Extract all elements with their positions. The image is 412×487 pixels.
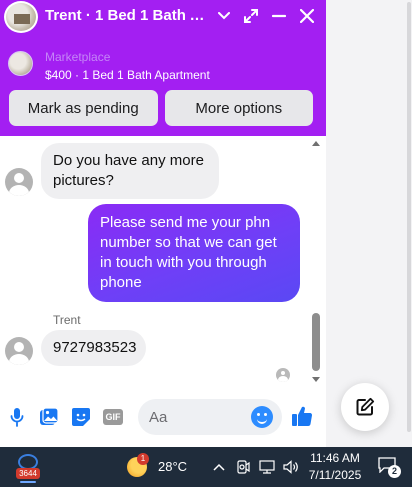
new-message-button[interactable] [341,383,389,431]
incoming-message: 9727983523 [41,330,146,366]
message-composer: GIF [0,388,326,447]
contact-avatar[interactable] [4,1,38,33]
listing-thumbnail [8,51,33,76]
temperature: 28°C [158,459,188,474]
thumbs-up-icon[interactable] [291,405,313,427]
listing-price-title: $400 · 1 Bed 1 Bath Apartment [45,68,210,82]
chevron-down-icon[interactable] [213,5,235,27]
page-scrollbar-thumb[interactable] [407,2,411,432]
message-input[interactable] [149,407,249,427]
gif-icon[interactable]: GIF [102,406,124,428]
message-input-container[interactable] [138,399,282,435]
clock-date: 7/11/2025 [308,468,362,482]
message-scrollbar-thumb[interactable] [312,313,320,371]
taskbar-app-button[interactable]: 3644 [14,454,42,483]
photo-icon[interactable] [38,406,60,428]
screen: Trent · 1 Bed 1 Bath Ap... Marketplace $… [0,0,412,487]
contact-avatar-small[interactable] [5,168,33,196]
more-options-button[interactable]: More options [164,90,313,126]
system-clock[interactable]: 11:46 AM 7/11/2025 [302,450,368,484]
seen-receipt-avatar [276,368,290,382]
contact-avatar-small[interactable] [5,337,33,365]
active-app-indicator [20,481,36,483]
listing-photo-house [14,14,30,24]
mark-as-pending-button[interactable]: Mark as pending [9,90,158,126]
scroll-up-arrow-icon[interactable] [312,141,320,146]
message-scrollbar[interactable] [309,139,323,384]
listing-actions: Mark as pending More options [9,90,313,126]
compose-icon [356,397,375,416]
sticker-icon[interactable] [70,406,92,428]
page-scrollbar[interactable] [406,0,412,447]
sender-name: Trent [53,313,81,327]
chat-window: Trent · 1 Bed 1 Bath Ap... Marketplace $… [0,0,326,447]
gif-label: GIF [103,409,123,425]
emoji-icon[interactable] [251,406,273,428]
network-icon[interactable] [259,459,275,475]
marketplace-label: Marketplace [45,50,111,64]
page-background [326,0,412,447]
incoming-message: Do you have any more pictures? [41,143,219,199]
expand-icon[interactable] [240,5,262,27]
close-icon[interactable] [296,5,318,27]
camera-privacy-icon[interactable] [235,459,251,475]
scroll-down-arrow-icon[interactable] [312,377,320,382]
notification-count-badge: 2 [388,465,401,478]
chevron-up-icon[interactable] [211,459,227,475]
app-badge: 3644 [16,468,40,479]
volume-icon[interactable] [283,459,299,475]
notification-center-button[interactable]: 2 [378,457,402,479]
listing-banner[interactable]: Marketplace $400 · 1 Bed 1 Bath Apartmen… [0,42,326,86]
weather-alert-badge: 1 [137,453,149,465]
clock-time: 11:46 AM [310,451,360,465]
windows-taskbar: 3644 1 28°C 11:46 AM 7/11/2025 2 [0,447,412,487]
minimize-icon[interactable] [268,5,290,27]
chat-title[interactable]: Trent · 1 Bed 1 Bath Ap... [45,7,213,27]
weather-widget[interactable]: 1 28°C [127,453,189,479]
chat-header: Trent · 1 Bed 1 Bath Ap... Marketplace $… [0,0,326,136]
outgoing-message: Please send me your phn number so that w… [88,204,300,302]
microphone-icon[interactable] [6,406,28,428]
message-list[interactable]: Do you have any more pictures? Please se… [0,136,326,388]
